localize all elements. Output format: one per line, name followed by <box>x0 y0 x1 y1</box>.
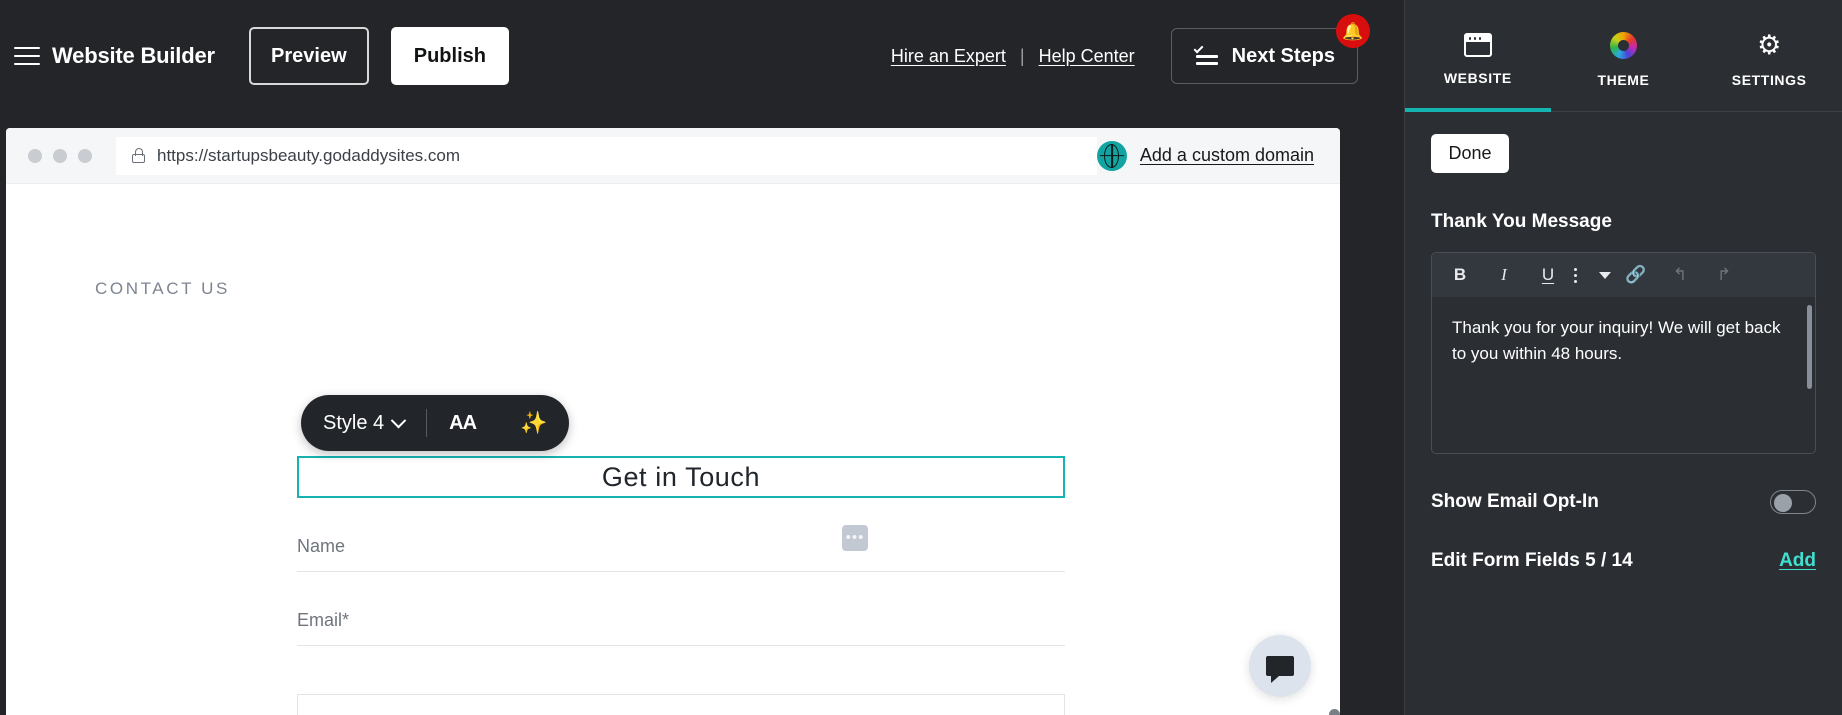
tab-settings-label: SETTINGS <box>1732 72 1807 88</box>
email-field-label: Email* <box>297 610 349 630</box>
tab-theme-label: THEME <box>1598 72 1650 88</box>
bell-icon: 🔔 <box>1342 23 1363 40</box>
style-selector[interactable]: Style 4 <box>301 395 426 451</box>
panel-tab-bar: WEBSITE THEME ⚙ SETTINGS <box>1405 0 1842 112</box>
checklist-icon <box>1194 46 1218 66</box>
email-opt-in-row: Show Email Opt-In <box>1431 490 1816 514</box>
builder-canvas-pane: Website Builder Preview Publish Hire an … <box>0 0 1404 715</box>
style-selector-label: Style 4 <box>323 412 384 435</box>
edit-form-fields-row: Edit Form Fields 5 / 14 Add <box>1431 550 1816 572</box>
preview-button[interactable]: Preview <box>249 27 369 85</box>
contact-form: Get in Touch Name ••• Email* Message <box>297 456 1065 715</box>
header-link-separator: | <box>1020 46 1025 67</box>
next-steps-container: Next Steps 🔔 <box>1171 28 1358 84</box>
next-steps-label: Next Steps <box>1232 45 1335 68</box>
chat-bubble-icon <box>1266 656 1294 676</box>
bullet-list-button[interactable] <box>1570 253 1614 297</box>
panel-content: Done Thank You Message B I U <box>1405 112 1842 715</box>
url-bar[interactable]: https://startupsbeauty.godaddysites.com <box>116 137 1097 175</box>
done-button[interactable]: Done <box>1431 134 1509 173</box>
rich-text-editor: B I U 🔗 ↰ <box>1431 252 1816 454</box>
editor-side-panel: WEBSITE THEME ⚙ SETTINGS Done Thank You … <box>1404 0 1842 715</box>
field-more-options-icon[interactable]: ••• <box>842 525 868 551</box>
globe-icon <box>1097 141 1127 171</box>
next-steps-button[interactable]: Next Steps <box>1171 28 1358 84</box>
form-field-message[interactable]: Message <box>297 694 1065 715</box>
help-center-link[interactable]: Help Center <box>1039 46 1135 67</box>
thank-you-message-title: Thank You Message <box>1431 211 1816 233</box>
hire-an-expert-link[interactable]: Hire an Expert <box>891 46 1006 67</box>
preview-scrollbar-thumb[interactable] <box>1329 709 1340 715</box>
thank-you-message-text: Thank you for your inquiry! We will get … <box>1452 318 1781 363</box>
tab-website-label: WEBSITE <box>1444 70 1512 86</box>
form-field-name[interactable]: Name ••• <box>297 536 1065 572</box>
edit-form-fields-label: Edit Form Fields 5 / 14 <box>1431 550 1633 572</box>
notification-bell-badge[interactable]: 🔔 <box>1336 14 1370 48</box>
add-custom-domain-label: Add a custom domain <box>1140 145 1314 166</box>
undo-icon: ↰ <box>1673 265 1687 285</box>
email-opt-in-label: Show Email Opt-In <box>1431 491 1599 513</box>
magic-style-button[interactable]: ✨ <box>498 395 569 451</box>
browser-chrome-bar: https://startupsbeauty.godaddysites.com … <box>6 128 1340 184</box>
thank-you-message-input[interactable]: Thank you for your inquiry! We will get … <box>1432 297 1815 453</box>
link-icon: 🔗 <box>1625 265 1646 285</box>
traffic-light-green <box>78 149 92 163</box>
color-wheel-icon <box>1610 32 1637 59</box>
chevron-down-icon <box>1599 272 1611 279</box>
text-size-icon: AA <box>449 412 476 435</box>
add-custom-domain-button[interactable]: Add a custom domain <box>1097 141 1340 171</box>
add-form-field-link[interactable]: Add <box>1779 550 1816 572</box>
site-content: CONTACT US Style 4 AA ✨ <box>6 184 1340 715</box>
form-heading-text: Get in Touch <box>602 462 760 493</box>
redo-icon: ↱ <box>1717 265 1731 285</box>
traffic-light-yellow <box>53 149 67 163</box>
bold-button[interactable]: B <box>1438 253 1482 297</box>
redo-button[interactable]: ↱ <box>1702 253 1746 297</box>
website-builder-app: Website Builder Preview Publish Hire an … <box>0 0 1842 715</box>
form-field-email[interactable]: Email* <box>297 610 1065 646</box>
publish-button[interactable]: Publish <box>391 27 509 85</box>
link-button[interactable]: 🔗 <box>1614 253 1658 297</box>
window-traffic-lights <box>28 149 92 163</box>
text-size-button[interactable]: AA <box>427 395 498 451</box>
gear-icon: ⚙ <box>1757 32 1781 59</box>
rich-text-toolbar: B I U 🔗 ↰ <box>1432 253 1815 297</box>
tab-website[interactable]: WEBSITE <box>1405 0 1551 111</box>
name-field-label: Name <box>297 536 345 556</box>
magic-wand-icon: ✨ <box>520 410 547 436</box>
traffic-light-red <box>28 149 42 163</box>
tab-settings[interactable]: ⚙ SETTINGS <box>1696 0 1842 111</box>
tab-theme[interactable]: THEME <box>1551 0 1697 111</box>
editor-scrollbar-thumb[interactable] <box>1807 305 1812 389</box>
bullet-list-icon <box>1574 268 1592 282</box>
undo-button[interactable]: ↰ <box>1658 253 1702 297</box>
chevron-down-icon <box>391 412 407 428</box>
app-title: Website Builder <box>52 43 215 69</box>
toggle-knob <box>1774 494 1792 512</box>
site-preview-frame: https://startupsbeauty.godaddysites.com … <box>6 128 1340 715</box>
top-toolbar: Website Builder Preview Publish Hire an … <box>0 0 1404 112</box>
url-text: https://startupsbeauty.godaddysites.com <box>157 146 460 166</box>
contact-us-section-label: CONTACT US <box>95 279 230 299</box>
section-style-toolbar: Style 4 AA ✨ <box>301 395 569 451</box>
browser-window-icon <box>1464 33 1492 57</box>
underline-button[interactable]: U <box>1526 253 1570 297</box>
italic-button[interactable]: I <box>1482 253 1526 297</box>
header-links: Hire an Expert | Help Center <box>891 46 1135 67</box>
lock-icon <box>132 148 145 163</box>
hamburger-menu-icon[interactable] <box>14 43 40 69</box>
form-heading-selected[interactable]: Get in Touch <box>297 456 1065 498</box>
email-opt-in-toggle[interactable] <box>1770 490 1816 514</box>
chat-widget-button[interactable] <box>1249 635 1311 697</box>
